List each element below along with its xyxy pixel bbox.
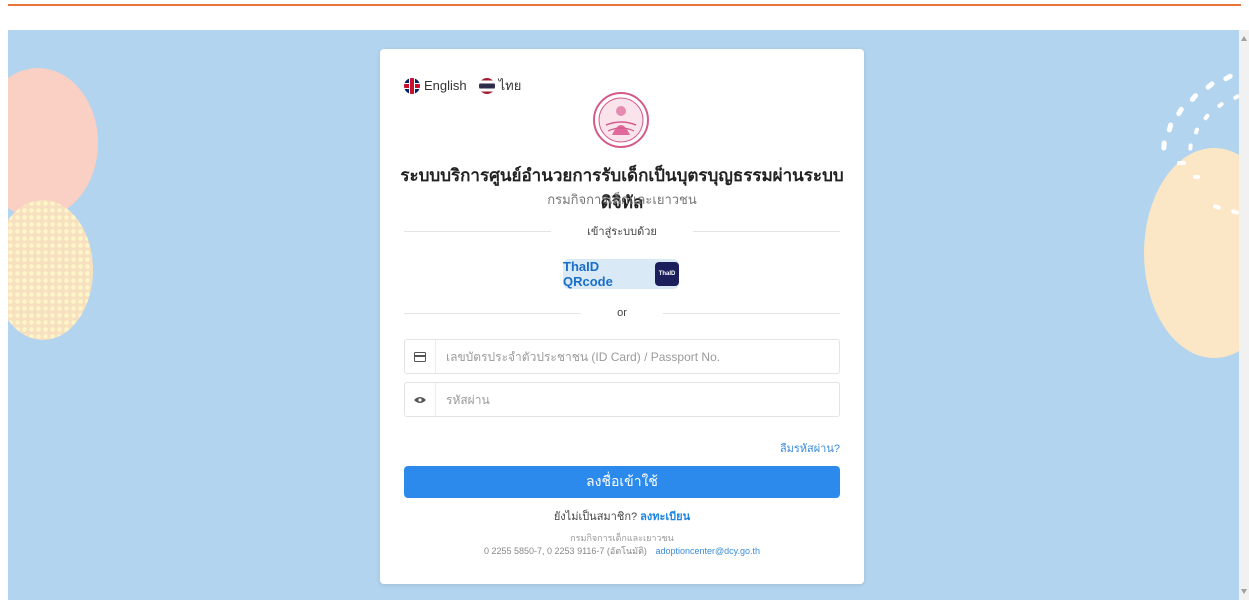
scroll-up-icon[interactable]: [1241, 36, 1247, 41]
not-member-text: ยังไม่เป็นสมาชิก?: [553, 511, 638, 523]
login-submit-button[interactable]: ลงชื่อเข้าใช้: [404, 466, 840, 498]
login-with-label: เข้าสู่ระบบด้วย: [587, 226, 657, 238]
forgot-password-link[interactable]: ลืมรหัสผ่าน?: [780, 439, 840, 457]
login-card: English ไทย ระบบบริการศูนย์อำนวยการรับเด…: [380, 49, 864, 584]
thaid-qrcode-button[interactable]: ThaID QRcode ThaID: [563, 259, 679, 289]
register-link[interactable]: ลงทะเบียน: [640, 511, 690, 523]
login-with-divider: เข้าสู่ระบบด้วย: [404, 224, 840, 238]
or-label: or: [617, 307, 627, 319]
language-english-option[interactable]: English: [404, 77, 467, 94]
footer-contact: 0 2255 5850-7, 0 2253 9116-7 (อัตโนมัติ)…: [380, 544, 864, 558]
footer-org-name: กรมกิจการเด็กและเยาวชน: [570, 533, 674, 543]
department-seal-logo: [593, 92, 649, 148]
thai-flag-icon: [478, 77, 495, 94]
register-prompt: ยังไม่เป็นสมาชิก? ลงทะเบียน: [380, 507, 864, 525]
decorative-blob-pink: [8, 68, 98, 218]
language-thai-label: ไทย: [498, 78, 522, 93]
page-scrollbar[interactable]: [1239, 30, 1249, 600]
page-background: English ไทย ระบบบริการศูนย์อำนวยการรับเด…: [8, 30, 1239, 600]
language-thai-option[interactable]: ไทย: [478, 75, 522, 96]
eye-icon[interactable]: [405, 383, 436, 416]
language-english-label: English: [424, 78, 467, 93]
top-accent-line: [8, 4, 1241, 6]
or-divider: or: [404, 306, 840, 320]
uk-flag-icon: [404, 77, 420, 94]
decorative-dots-left: [8, 200, 93, 340]
thaid-button-label: ThaID QRcode: [563, 259, 613, 289]
thaid-logo-icon: ThaID: [655, 262, 679, 286]
id-card-input[interactable]: [436, 340, 839, 373]
id-card-icon: [405, 340, 436, 373]
footer-phone-numbers: 0 2255 5850-7, 0 2253 9116-7 (อัตโนมัติ): [483, 546, 647, 556]
id-card-field-group: [404, 339, 840, 374]
language-switcher: English ไทย: [404, 75, 533, 96]
decorative-dots-right: [1153, 72, 1239, 216]
footer-email-link[interactable]: adoptioncenter@dcy.go.th: [655, 546, 760, 556]
password-input[interactable]: [436, 383, 839, 416]
scroll-down-icon[interactable]: [1241, 589, 1247, 594]
password-field-group: [404, 382, 840, 417]
page-subtitle: กรมกิจการเด็กและเยาวชน: [547, 192, 697, 207]
